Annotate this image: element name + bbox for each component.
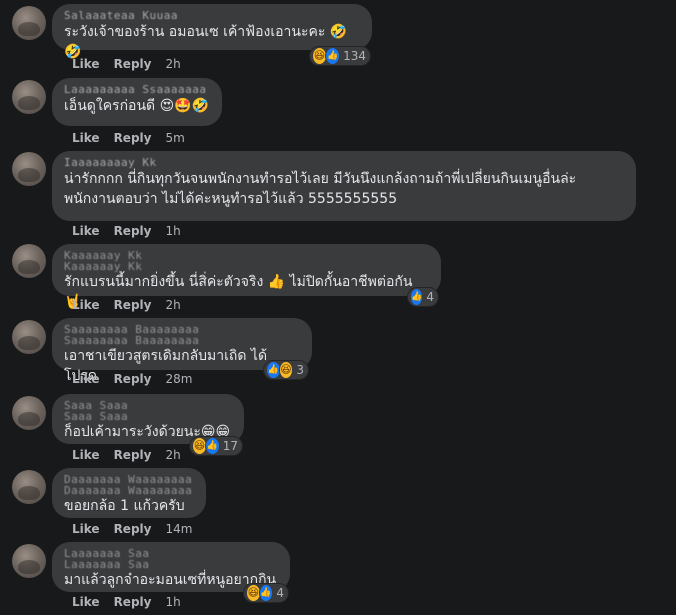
reply-button[interactable]: Reply — [114, 57, 152, 71]
comment-author-shadow: Saaaaaaaa Baaaaaaaa — [64, 334, 200, 347]
comment-time[interactable]: 2h — [165, 298, 180, 312]
comment-author[interactable]: Laaaaaaaaa Ssaaaaaaa — [64, 84, 210, 96]
comment-time[interactable]: 28m — [165, 372, 192, 386]
comment-author-shadow: Kaaaaaay Kk — [64, 260, 143, 273]
reaction-count: 17 — [222, 439, 238, 453]
comment-bubble: Iaaaaaaaay Kk น่ารักกกก นี่กินทุกวันจนพน… — [52, 151, 636, 221]
comment-text: น่ารักกกก นี่กินทุกวันจนพนักงานทำรอไว้เล… — [64, 171, 577, 207]
reply-button[interactable]: Reply — [114, 448, 152, 462]
avatar[interactable] — [12, 320, 46, 354]
comment-author-shadow: Saaa Saaa — [64, 410, 129, 423]
comment-bubble: Salaaateaa Kuuaa ระวังเจ้าของร้าน อมอนเซ… — [52, 4, 372, 60]
comment-actions: Like Reply 1h — [72, 224, 195, 238]
like-button[interactable]: Like — [72, 57, 100, 71]
comment-actions: Like Reply 14m — [72, 522, 206, 536]
avatar[interactable] — [12, 544, 46, 578]
avatar[interactable] — [12, 244, 46, 278]
like-button[interactable]: Like — [72, 224, 100, 238]
comment-actions: Like Reply 5m — [72, 131, 199, 145]
reply-button[interactable]: Reply — [114, 522, 152, 536]
reaction-summary[interactable]: 😆 👍 4 — [243, 583, 289, 603]
comment-bubble: Kaaaaaay Kk Kaaaaaay Kk รักแบรนนี้มากยิ่… — [52, 244, 441, 310]
comment-time[interactable]: 5m — [165, 131, 184, 145]
comment-bubble: Daaaaaaa Waaaaaaaa Daaaaaaa Waaaaaaaa ขอ… — [52, 468, 206, 518]
comment-text: ขอยกล้อ 1 แก้วครับ — [64, 498, 185, 514]
comment-actions: Like Reply 1h — [72, 595, 195, 609]
reaction-summary[interactable]: 😆 👍 134 — [309, 46, 371, 66]
reaction-summary[interactable]: 👍 4 — [407, 287, 439, 307]
reaction-summary[interactable]: 😆 👍 17 — [189, 436, 243, 456]
reaction-summary[interactable]: 👍 😆 3 — [263, 360, 309, 380]
haha-icon: 😆 — [278, 361, 294, 379]
comment-actions: Like Reply 28m — [72, 372, 206, 386]
reaction-count: 134 — [343, 49, 366, 63]
avatar[interactable] — [12, 80, 46, 114]
like-button[interactable]: Like — [72, 522, 100, 536]
comment-time[interactable]: 2h — [165, 448, 180, 462]
like-icon: 👍 — [325, 47, 341, 65]
comment-time[interactable]: 1h — [165, 595, 180, 609]
reaction-count: 4 — [276, 586, 284, 600]
avatar[interactable] — [12, 470, 46, 504]
reaction-count: 3 — [296, 363, 304, 377]
like-button[interactable]: Like — [72, 448, 100, 462]
comment-actions: Like Reply 2h — [72, 298, 195, 312]
avatar[interactable] — [12, 396, 46, 430]
reply-button[interactable]: Reply — [114, 131, 152, 145]
comment-time[interactable]: 14m — [165, 522, 192, 536]
comment-time[interactable]: 1h — [165, 224, 180, 238]
reply-button[interactable]: Reply — [114, 595, 152, 609]
avatar[interactable] — [12, 6, 46, 40]
reply-button[interactable]: Reply — [114, 298, 152, 312]
comment-time[interactable]: 2h — [165, 57, 180, 71]
like-button[interactable]: Like — [72, 131, 100, 145]
comment-author[interactable]: Salaaateaa Kuuaa — [64, 10, 360, 22]
like-icon: 👍 — [258, 584, 274, 602]
like-button[interactable]: Like — [72, 372, 100, 386]
like-icon: 👍 — [410, 288, 424, 306]
comment-author[interactable]: Iaaaaaaaay Kk — [64, 157, 624, 169]
like-icon: 👍 — [204, 437, 220, 455]
reaction-count: 4 — [426, 290, 434, 304]
comment-actions: Like Reply 2h — [72, 448, 195, 462]
comment-text: เอ็นดูใครก่อนดี 😍🤩🤣 — [64, 98, 210, 114]
comment-actions: Like Reply 2h — [72, 57, 195, 71]
like-button[interactable]: Like — [72, 595, 100, 609]
avatar[interactable] — [12, 152, 46, 186]
reply-button[interactable]: Reply — [114, 372, 152, 386]
comment-author-shadow: Laaaaaaa Saa — [64, 558, 150, 571]
reply-button[interactable]: Reply — [114, 224, 152, 238]
comment-bubble: Laaaaaaaaa Ssaaaaaaa เอ็นดูใครก่อนดี 😍🤩🤣 — [52, 78, 222, 126]
comment-author-shadow: Daaaaaaa Waaaaaaaa — [64, 484, 193, 497]
like-button[interactable]: Like — [72, 298, 100, 312]
